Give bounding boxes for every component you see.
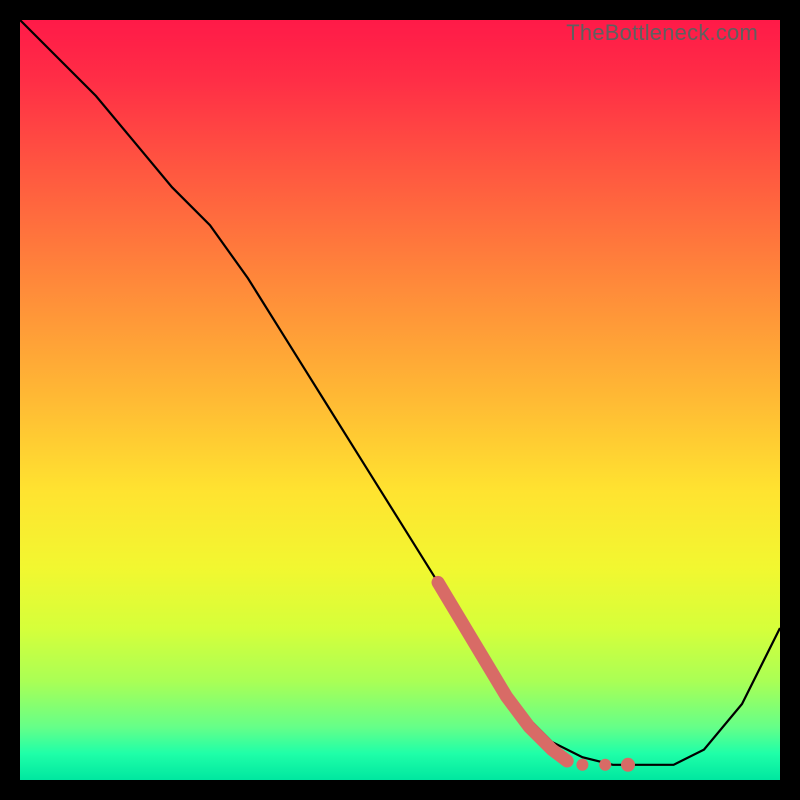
gradient-background [20,20,780,780]
highlight-dot [576,759,588,771]
highlight-dot [621,758,635,772]
highlight-dots [576,758,635,772]
watermark-text: TheBottleneck.com [566,20,758,46]
highlight-dot [599,759,611,771]
chart-plot-area [20,20,780,780]
chart-frame: TheBottleneck.com [20,20,780,780]
chart-svg [20,20,780,780]
